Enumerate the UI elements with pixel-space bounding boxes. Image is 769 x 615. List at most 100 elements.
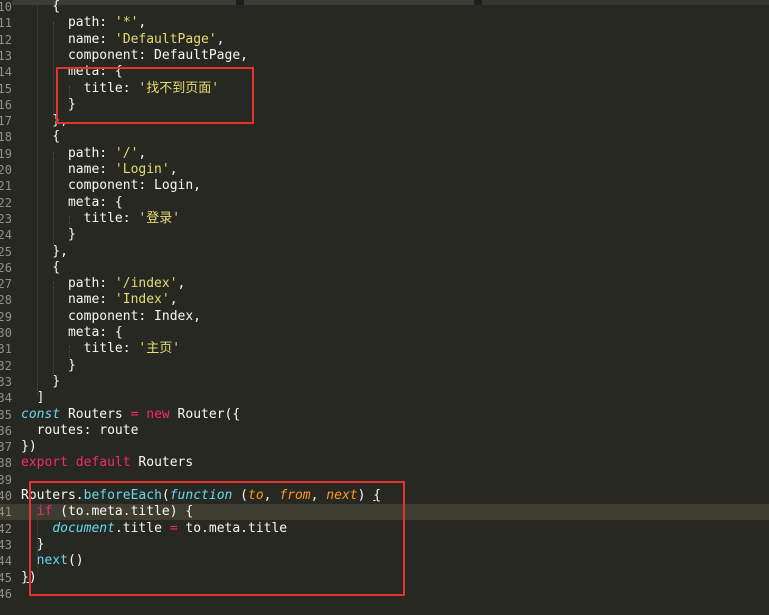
code-text[interactable]: }: [21, 227, 76, 243]
code-line[interactable]: 40 Routers.beforeEach(function (to, from,…: [0, 488, 769, 504]
code-token: '登录': [138, 210, 181, 226]
code-line[interactable]: 26 {: [0, 260, 769, 276]
code-text[interactable]: {: [21, 0, 60, 15]
line-number: 15: [0, 81, 12, 97]
code-line[interactable]: 17 },: [0, 113, 769, 129]
code-text[interactable]: {: [21, 129, 60, 145]
code-line[interactable]: 36 routes: route: [0, 423, 769, 439]
line-number-text: 24: [0, 228, 12, 243]
code-line[interactable]: 20 name: 'Login',: [0, 162, 769, 178]
code-token: Router({: [169, 406, 241, 422]
indent-guide: [53, 152, 54, 248]
code-text[interactable]: next(): [21, 553, 84, 569]
code-token: title:: [21, 80, 139, 96]
code-line[interactable]: 24 }: [0, 227, 769, 243]
code-line[interactable]: 15 title: '找不到页面': [0, 81, 769, 97]
indent-guide: [37, 508, 38, 572]
line-number: 16: [0, 97, 12, 113]
code-line[interactable]: 32 }: [0, 358, 769, 374]
code-line[interactable]: 23 title: '登录': [0, 211, 769, 227]
code-line[interactable]: 30 meta: {: [0, 325, 769, 341]
code-token: ): [357, 488, 374, 503]
code-text[interactable]: component: Index,: [21, 309, 201, 325]
code-line[interactable]: 42 document.title = to.meta.title: [0, 521, 769, 537]
code-token: (): [67, 553, 84, 569]
code-line[interactable]: 16 }: [0, 97, 769, 113]
code-line[interactable]: 12 name: 'DefaultPage',: [0, 32, 769, 48]
code-text[interactable]: path: '/',: [21, 146, 146, 162]
code-token: .title: [114, 520, 170, 536]
line-number: 21: [0, 178, 12, 194]
line-number-text: 15: [0, 81, 12, 96]
code-line[interactable]: 44 next(): [0, 553, 769, 569]
code-text[interactable]: name: 'Login',: [21, 162, 178, 178]
line-number-text: 10: [0, 0, 12, 14]
line-number: 35: [0, 407, 12, 423]
code-text[interactable]: }): [21, 439, 37, 455]
code-line[interactable]: 14 meta: {: [0, 64, 769, 80]
code-line[interactable]: 22 meta: {: [0, 195, 769, 211]
code-line[interactable]: 39: [0, 472, 769, 488]
code-line[interactable]: 29 component: Index,: [0, 309, 769, 325]
code-text[interactable]: }: [21, 374, 60, 390]
code-text[interactable]: name: 'Index',: [21, 292, 178, 308]
code-text[interactable]: },: [21, 244, 68, 260]
code-line[interactable]: 18 {: [0, 129, 769, 145]
code-text[interactable]: }: [21, 97, 76, 113]
code-line[interactable]: 13 component: DefaultPage,: [0, 48, 769, 64]
code-text[interactable]: title: '找不到页面': [21, 81, 219, 97]
code-line[interactable]: 28 name: 'Index',: [0, 292, 769, 308]
code-text[interactable]: path: '/index',: [21, 276, 185, 292]
code-text[interactable]: }): [21, 570, 37, 586]
line-number-text: 37: [0, 440, 12, 455]
code-text[interactable]: component: DefaultPage,: [21, 48, 248, 64]
code-text[interactable]: if (to.meta.title) {: [21, 504, 194, 520]
code-text[interactable]: path: '*',: [21, 15, 146, 31]
code-line[interactable]: 46: [0, 586, 769, 602]
code-token: '主页': [138, 341, 181, 357]
code-editor[interactable]: 10 {11 path: '*', 12 name: 'DefaultPage',…: [0, 0, 769, 615]
code-text[interactable]: export default Routers: [21, 455, 193, 471]
code-line[interactable]: 34 ]: [0, 390, 769, 406]
code-line[interactable]: 33 }: [0, 374, 769, 390]
code-text[interactable]: }: [21, 358, 76, 374]
code-token: 'DefaultPage': [114, 31, 217, 47]
code-token: Routers: [60, 406, 131, 422]
code-line[interactable]: 27 path: '/index',: [0, 276, 769, 292]
line-number: 31: [0, 341, 12, 357]
code-line[interactable]: 11 path: '*',: [0, 15, 769, 31]
line-number: 18: [0, 129, 12, 145]
code-token: }: [21, 536, 45, 552]
code-token: }): [21, 439, 37, 455]
code-token: ,: [169, 162, 178, 177]
code-token: function: [169, 488, 233, 503]
code-text[interactable]: }: [21, 536, 45, 553]
code-text[interactable]: title: '主页': [21, 341, 180, 357]
code-text[interactable]: component: Login,: [21, 178, 201, 194]
code-text[interactable]: Routers.beforeEach(function (to, from, n…: [21, 488, 381, 504]
code-token: {: [373, 488, 382, 503]
code-line[interactable]: 21 component: Login,: [0, 178, 769, 194]
code-line[interactable]: 10 {: [0, 0, 769, 15]
code-text[interactable]: document.title = to.meta.title: [21, 521, 287, 537]
code-line[interactable]: 43 }: [0, 537, 769, 553]
code-line[interactable]: 25 },: [0, 244, 769, 260]
code-text[interactable]: name: 'DefaultPage',: [21, 32, 225, 48]
code-line[interactable]: 37}): [0, 439, 769, 455]
code-line[interactable]: 45}): [0, 570, 769, 586]
code-text[interactable]: ]: [21, 390, 45, 406]
code-text[interactable]: const Routers = new Router({: [21, 407, 240, 423]
code-line[interactable]: 35 const Routers = new Router({: [0, 407, 769, 423]
code-text[interactable]: {: [21, 260, 60, 276]
code-line[interactable]: 19 path: '/',: [0, 146, 769, 162]
code-text[interactable]: routes: route: [21, 423, 139, 439]
code-line[interactable]: 31 title: '主页': [0, 341, 769, 357]
code-line[interactable]: 38 export default Routers: [0, 455, 769, 471]
code-token: to.meta.title: [177, 520, 288, 536]
code-text[interactable]: title: '登录': [21, 211, 180, 227]
code-line[interactable]: 41 if (to.meta.title) {: [0, 504, 769, 521]
code-text[interactable]: },: [21, 113, 68, 129]
code-token: }: [21, 96, 76, 112]
line-number-text: 11: [0, 16, 12, 31]
